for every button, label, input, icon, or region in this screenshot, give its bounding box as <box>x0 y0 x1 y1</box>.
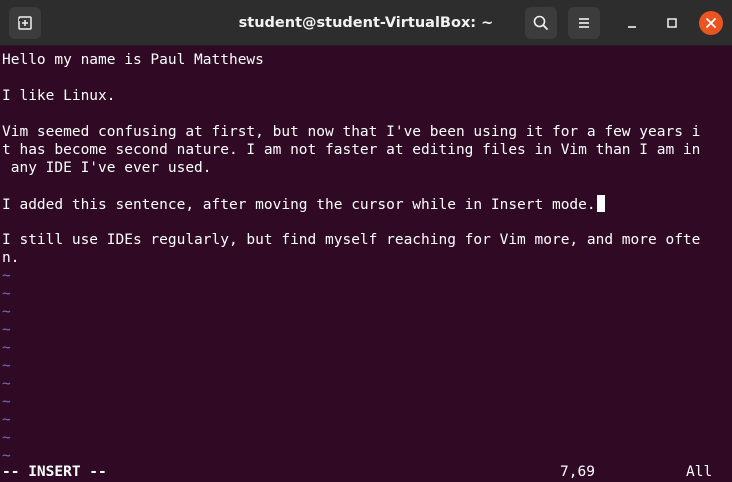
text-line-7: any IDE I've ever used. <box>2 160 212 176</box>
text-cursor <box>596 195 605 212</box>
text-line-9: I added this sentence, after moving the … <box>2 195 605 213</box>
text-line-11: I still use IDEs regularly, but find mys… <box>2 232 701 248</box>
vim-status-line: -- INSERT -- 7,69 All <box>0 463 732 481</box>
empty-line-tilde: ~ <box>2 412 11 428</box>
mode-indicator: -- INSERT -- <box>2 464 107 480</box>
menu-button[interactable] <box>568 7 600 39</box>
empty-line-tilde: ~ <box>2 430 11 446</box>
minimize-button[interactable] <box>620 11 644 35</box>
search-icon <box>533 15 548 30</box>
maximize-icon <box>667 18 677 28</box>
text-line-5: Vim seemed confusing at first, but now t… <box>2 124 701 140</box>
empty-line-tilde: ~ <box>2 322 11 338</box>
maximize-button[interactable] <box>660 11 684 35</box>
scroll-position: All <box>686 464 713 480</box>
empty-line-tilde: ~ <box>2 376 11 392</box>
empty-line-tilde: ~ <box>2 286 11 302</box>
text-line-1: Hello my name is Paul Matthews <box>2 52 264 68</box>
empty-line-tilde: ~ <box>2 340 11 356</box>
hamburger-menu-icon <box>579 18 589 28</box>
empty-line-tilde: ~ <box>2 394 11 410</box>
close-icon <box>706 18 716 28</box>
terminal-window: student@student-VirtualBox: ~ Hello my n… <box>0 0 732 482</box>
search-button[interactable] <box>525 7 557 39</box>
close-button[interactable] <box>699 11 723 35</box>
new-tab-icon <box>18 16 32 30</box>
text-line-3: I like Linux. <box>2 88 116 104</box>
titlebar: student@student-VirtualBox: ~ <box>0 0 732 46</box>
minimize-icon <box>628 26 636 28</box>
text-line-12: n. <box>2 250 20 266</box>
text-line-9-content: I added this sentence, after moving the … <box>2 197 596 213</box>
cursor-position: 7,69 <box>560 464 595 480</box>
empty-line-tilde: ~ <box>2 268 11 284</box>
new-tab-button[interactable] <box>9 7 41 39</box>
empty-line-tilde: ~ <box>2 304 11 320</box>
vim-editor-area[interactable]: Hello my name is Paul Matthews I like Li… <box>0 47 732 482</box>
text-line-6: t has become second nature. I am not fas… <box>2 142 701 158</box>
empty-line-tilde: ~ <box>2 358 11 374</box>
